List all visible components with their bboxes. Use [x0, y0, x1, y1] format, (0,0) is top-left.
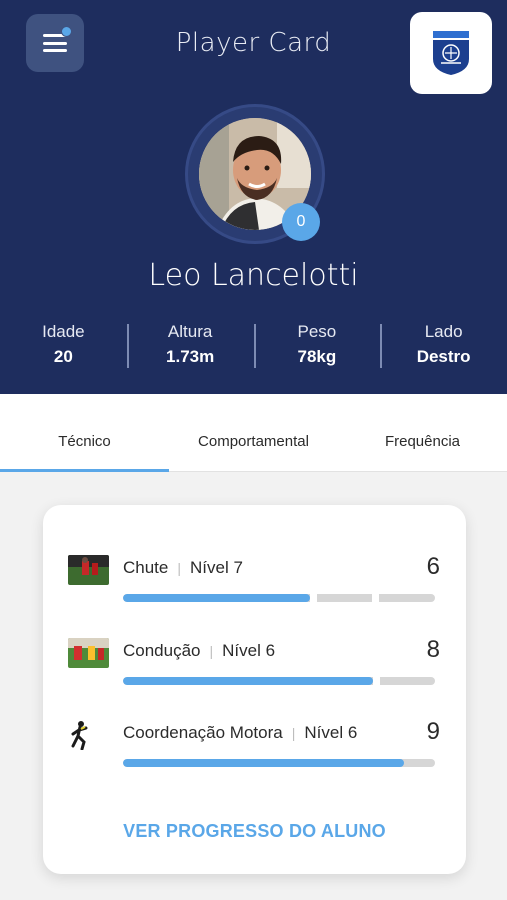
- skill-progress-bar: [123, 594, 435, 602]
- stat-value: Destro: [416, 347, 471, 366]
- stat-label: Idade: [42, 322, 85, 341]
- tab-tecnico[interactable]: Técnico: [0, 394, 169, 472]
- tab-bar: Técnico Comportamental Frequência: [0, 394, 507, 472]
- stat-value: 20: [53, 347, 73, 366]
- skill-level: Nível 7: [190, 558, 243, 577]
- runner-icon: [68, 720, 109, 750]
- skill-progress-bar: [123, 759, 435, 767]
- club-logo-button[interactable]: [410, 12, 492, 94]
- tab-frequencia[interactable]: Frequência: [338, 394, 507, 471]
- skill-progress-fill: [123, 594, 311, 602]
- skill-progress-fill: [123, 677, 373, 685]
- separator: |: [177, 560, 182, 576]
- skill-row-coordenacao-motora[interactable]: Coordenação Motora | Nível 6 9: [43, 718, 466, 778]
- points-badge: 0: [282, 203, 320, 241]
- view-progress-link[interactable]: VER PROGRESSO DO ALUNO: [43, 821, 466, 842]
- separator: |: [209, 643, 214, 659]
- stat-value: 78kg: [297, 347, 337, 366]
- stat-altura: Altura 1.73m: [126, 322, 254, 370]
- header: Player Card 0 Leo Lancelotti Idade 20 Al…: [0, 0, 507, 394]
- skill-name: Coordenação Motora: [123, 723, 283, 742]
- player-stats: Idade 20 Altura 1.73m Peso 78kg Lado Des…: [0, 322, 507, 370]
- separator: |: [291, 725, 296, 741]
- stat-label: Altura: [167, 322, 213, 341]
- skill-score: 6: [426, 553, 440, 580]
- skill-progress-bar: [123, 677, 435, 685]
- skill-progress-fill: [123, 759, 404, 767]
- club-crest-icon: [433, 31, 469, 75]
- skill-level: Nível 6: [304, 723, 358, 742]
- skill-name: Condução: [123, 641, 201, 660]
- skill-score: 8: [426, 636, 440, 663]
- stat-label: Peso: [297, 322, 337, 341]
- stat-idade: Idade 20: [0, 322, 127, 370]
- chute-thumbnail: [68, 555, 109, 585]
- skill-row-conducao[interactable]: Condução | Nível 6 8: [43, 636, 466, 696]
- stat-label: Lado: [424, 322, 463, 341]
- tab-comportamental[interactable]: Comportamental: [169, 394, 338, 471]
- skill-score: 9: [426, 718, 440, 745]
- conducao-thumbnail: [68, 638, 109, 668]
- stat-lado: Lado Destro: [380, 322, 507, 370]
- skill-row-chute[interactable]: Chute | Nível 7 6: [43, 553, 466, 613]
- stat-peso: Peso 78kg: [253, 322, 381, 370]
- skills-card: Chute | Nível 7 6 Condução | Nível 6 8 C…: [43, 505, 466, 874]
- player-name: Leo Lancelotti: [148, 258, 359, 293]
- skill-level: Nível 6: [222, 641, 276, 660]
- stat-value: 1.73m: [166, 347, 215, 366]
- skill-name: Chute: [123, 558, 169, 577]
